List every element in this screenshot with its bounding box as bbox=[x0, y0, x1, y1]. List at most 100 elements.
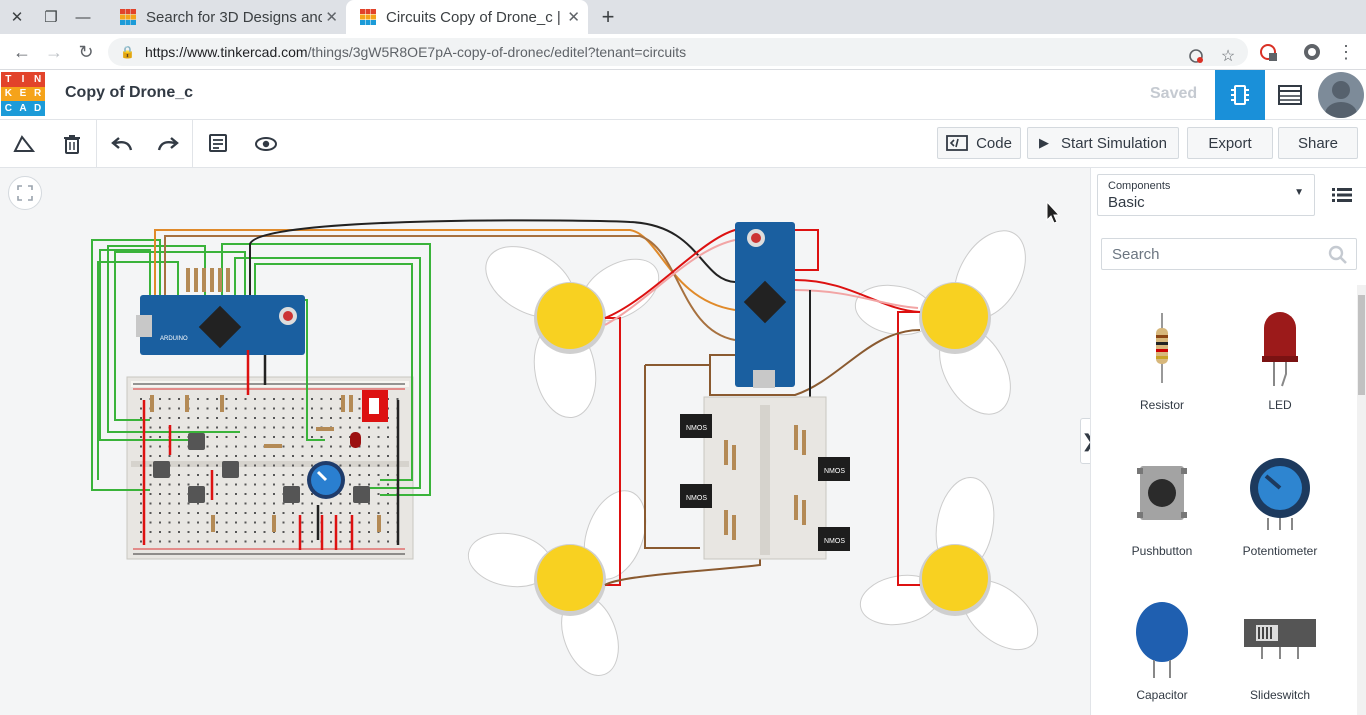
redo-icon[interactable] bbox=[152, 128, 184, 160]
breadboard-hole bbox=[206, 455, 209, 457]
browser-tab-circuits[interactable]: Circuits Copy of Drone_c | ✕ bbox=[346, 0, 588, 34]
breadboard-hole bbox=[206, 521, 209, 524]
reload-icon[interactable]: ↻ bbox=[72, 38, 100, 66]
breadboard-hole bbox=[273, 540, 275, 543]
breadboard-hole bbox=[225, 502, 228, 505]
breadboard-hole bbox=[216, 474, 218, 476]
breadboard-hole bbox=[311, 417, 313, 419]
breadboard-hole bbox=[159, 540, 161, 543]
motor-propeller-bottom-left[interactable] bbox=[464, 482, 657, 683]
delete-trash-icon[interactable] bbox=[56, 128, 88, 160]
circuit-diagram[interactable]: ARDUINO NMOS NMOS NMOS NMOS bbox=[0, 168, 1090, 715]
component-pushbutton[interactable]: Pushbutton bbox=[1103, 444, 1221, 558]
browser-menu-icon[interactable]: ⋮ bbox=[1332, 38, 1360, 66]
breadboard-hole bbox=[178, 493, 180, 495]
breadboard-hole bbox=[301, 436, 304, 438]
component-led[interactable]: LED bbox=[1221, 298, 1339, 412]
close-tab-icon[interactable]: ✕ bbox=[567, 8, 580, 26]
schematic-view-button[interactable] bbox=[1265, 70, 1315, 120]
breadboard-hole bbox=[349, 521, 351, 524]
circuit-canvas[interactable]: ARDUINO NMOS NMOS NMOS NMOS bbox=[0, 168, 1090, 715]
user-avatar[interactable] bbox=[1318, 72, 1364, 118]
profile-extension-icon[interactable] bbox=[1298, 38, 1326, 66]
right-breadboard[interactable] bbox=[703, 396, 827, 560]
breadboard-hole bbox=[206, 502, 209, 505]
share-button[interactable]: Share bbox=[1278, 127, 1358, 159]
breadboard-hole bbox=[254, 445, 256, 448]
breadboard-hole bbox=[235, 455, 237, 457]
breadboard-hole bbox=[254, 502, 256, 505]
capacitor-icon bbox=[1136, 602, 1188, 678]
breadboard-hole bbox=[377, 502, 380, 505]
share-label: Share bbox=[1297, 134, 1339, 152]
forward-arrow-icon[interactable]: → bbox=[40, 38, 68, 66]
close-window-icon[interactable]: ✕ bbox=[0, 0, 34, 34]
breadboard-hole bbox=[311, 398, 313, 400]
back-arrow-icon[interactable]: ← bbox=[8, 38, 36, 66]
breadboard-hole bbox=[178, 426, 180, 429]
tinkercad-logo[interactable]: T I N K E R C A D bbox=[1, 72, 45, 116]
breadboard-hole bbox=[235, 436, 237, 438]
bookmark-star-icon[interactable]: ☆ bbox=[1214, 42, 1242, 70]
component-capacitor[interactable]: Capacitor bbox=[1103, 588, 1221, 702]
breadboard-hole bbox=[301, 407, 304, 410]
code-button[interactable]: Code bbox=[937, 127, 1021, 159]
list-view-toggle[interactable] bbox=[1327, 180, 1357, 210]
red-switch[interactable] bbox=[362, 390, 388, 422]
breadboard-hole bbox=[273, 426, 275, 429]
undo-icon[interactable] bbox=[106, 128, 138, 160]
scrollbar-thumb[interactable] bbox=[1358, 295, 1365, 395]
extension-icon[interactable] bbox=[1254, 38, 1282, 66]
new-tab-button[interactable]: + bbox=[594, 0, 622, 34]
export-button[interactable]: Export bbox=[1187, 127, 1273, 159]
breadboard-hole bbox=[311, 531, 313, 533]
arduino-micro-right[interactable] bbox=[735, 222, 795, 388]
breadboard-hole bbox=[301, 483, 304, 486]
breadboard-hole bbox=[225, 521, 228, 524]
potentiometer[interactable] bbox=[307, 461, 345, 499]
breadboard-hole bbox=[368, 540, 370, 543]
component-resistor[interactable]: Resistor bbox=[1103, 298, 1221, 412]
breadboard-hole bbox=[254, 531, 256, 533]
close-tab-icon[interactable]: ✕ bbox=[325, 8, 338, 26]
breadboard-hole bbox=[301, 398, 304, 400]
breadboard-hole bbox=[244, 445, 247, 448]
breadboard-hole bbox=[282, 464, 285, 467]
breadboard-hole bbox=[206, 407, 209, 410]
breadboard-hole bbox=[216, 436, 218, 438]
motor-propeller-bottom-right[interactable] bbox=[856, 473, 1050, 663]
components-panel: Components Basic ▼ Search Resistor LED P… bbox=[1090, 168, 1366, 715]
tinkercad-favicon-icon bbox=[120, 9, 136, 25]
minimize-window-icon[interactable]: — bbox=[66, 0, 100, 34]
component-potentiometer[interactable]: Potentiometer bbox=[1221, 444, 1339, 558]
visibility-eye-icon[interactable] bbox=[250, 128, 282, 160]
breadboard-hole bbox=[263, 512, 266, 514]
breadboard-hole bbox=[282, 483, 285, 486]
search-input[interactable]: Search bbox=[1101, 238, 1357, 270]
components-category-dropdown[interactable]: Components Basic ▼ bbox=[1097, 174, 1315, 216]
breadboard-hole bbox=[254, 455, 256, 457]
breadboard-hole bbox=[301, 493, 304, 495]
red-led[interactable] bbox=[350, 432, 361, 448]
restore-window-icon[interactable]: ❐ bbox=[34, 0, 68, 34]
circuit-view-button[interactable] bbox=[1215, 70, 1265, 120]
document-title[interactable]: Copy of Drone_c bbox=[65, 84, 193, 102]
breadboard-hole bbox=[301, 464, 304, 467]
breadboard-hole bbox=[149, 464, 152, 467]
component-slideswitch[interactable]: Slideswitch bbox=[1221, 588, 1339, 702]
component-name: Potentiometer bbox=[1242, 544, 1318, 558]
address-bar[interactable]: 🔒 https://www.tinkercad.com/things/3gW5R… bbox=[108, 38, 1248, 66]
blocked-cookie-icon[interactable] bbox=[1182, 42, 1210, 70]
motor-propeller-top-left[interactable] bbox=[473, 232, 669, 422]
notes-icon[interactable] bbox=[202, 128, 234, 160]
motor-propeller-top-right[interactable] bbox=[851, 218, 1040, 426]
breadboard-hole bbox=[254, 417, 256, 419]
browser-tab-search[interactable]: Search for 3D Designs and ✕ bbox=[106, 0, 346, 34]
start-simulation-button[interactable]: ▶ Start Simulation bbox=[1027, 127, 1179, 159]
tab-title: Search for 3D Designs and bbox=[146, 8, 322, 26]
arduino-micro-left[interactable]: ARDUINO bbox=[136, 295, 305, 355]
panel-scrollbar[interactable] bbox=[1357, 285, 1366, 715]
breadboard-hole bbox=[320, 398, 323, 400]
rotate-tool-icon[interactable] bbox=[8, 128, 40, 160]
breadboard-hole bbox=[244, 483, 247, 486]
